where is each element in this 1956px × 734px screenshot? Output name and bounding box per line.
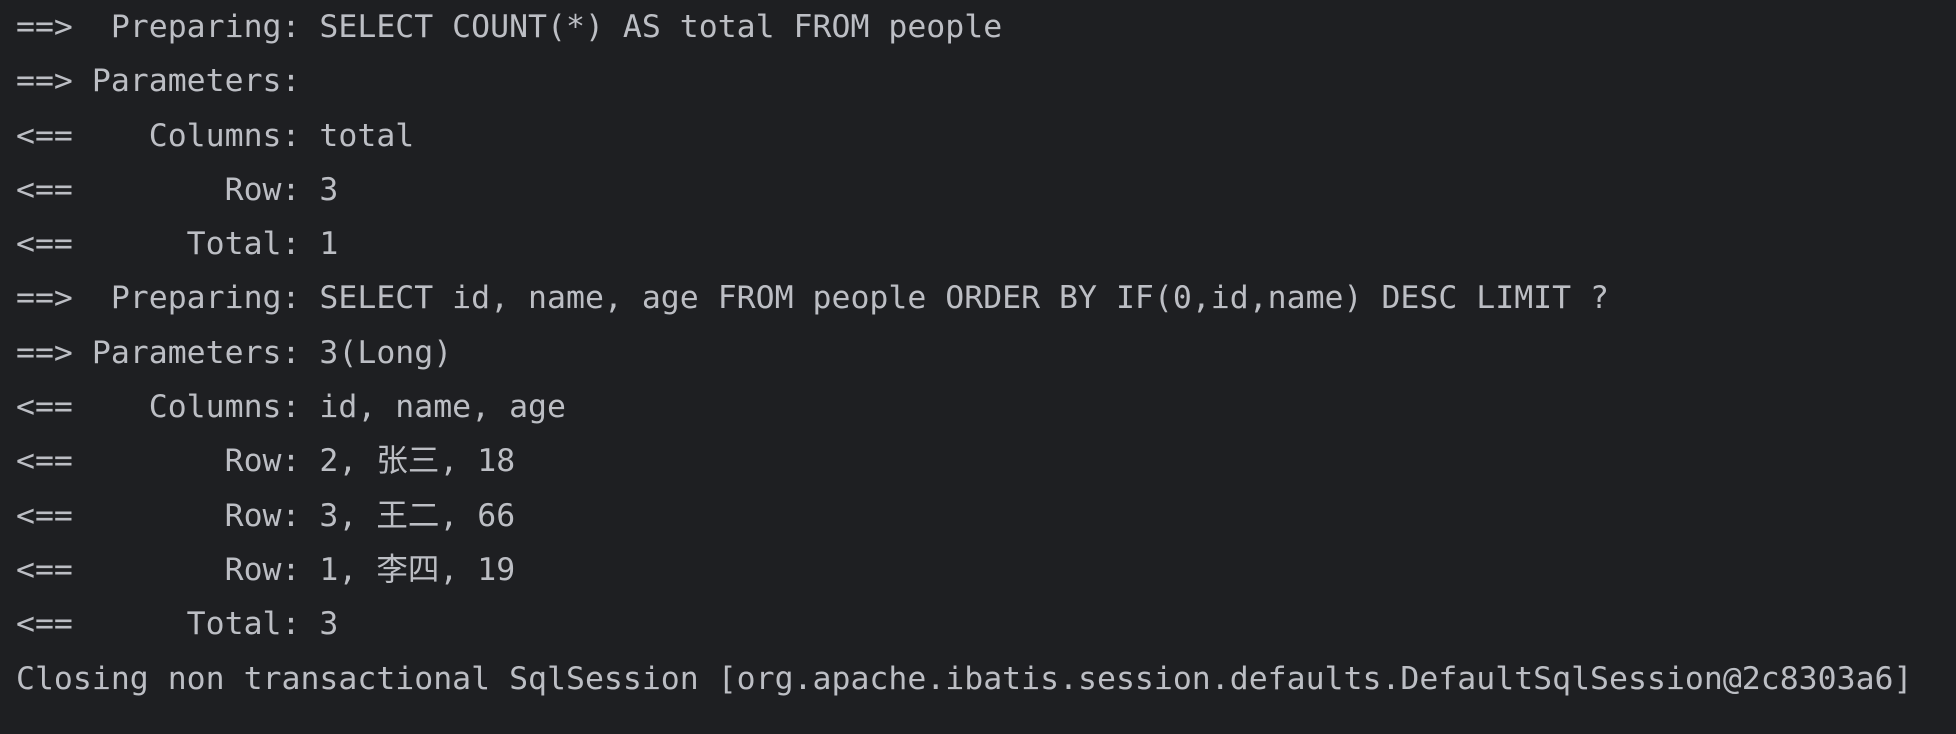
log-line: <== Row: 2, 张三, 18 <box>16 443 516 480</box>
log-line: ==> Preparing: SELECT COUNT(*) AS total … <box>16 9 1003 45</box>
log-line: <== Total: 1 <box>16 226 339 263</box>
log-line: <== Columns: total <box>16 117 415 154</box>
console-output: ==> Preparing: SELECT COUNT(*) AS total … <box>16 0 1912 706</box>
log-line: <== Total: 3 <box>16 606 339 643</box>
log-line: ==> Preparing: SELECT id, name, age FROM… <box>16 280 1610 317</box>
log-line: <== Row: 3, 王二, 66 <box>16 497 516 534</box>
log-line: <== Row: 1, 李四, 19 <box>16 551 516 588</box>
log-line: <== Row: 3 <box>16 171 339 208</box>
log-line: ==> Parameters: <box>16 63 320 100</box>
log-line: Closing non transactional SqlSession [or… <box>16 660 1913 697</box>
log-line: <== Columns: id, name, age <box>16 389 566 426</box>
log-line: ==> Parameters: 3(Long) <box>16 334 453 371</box>
